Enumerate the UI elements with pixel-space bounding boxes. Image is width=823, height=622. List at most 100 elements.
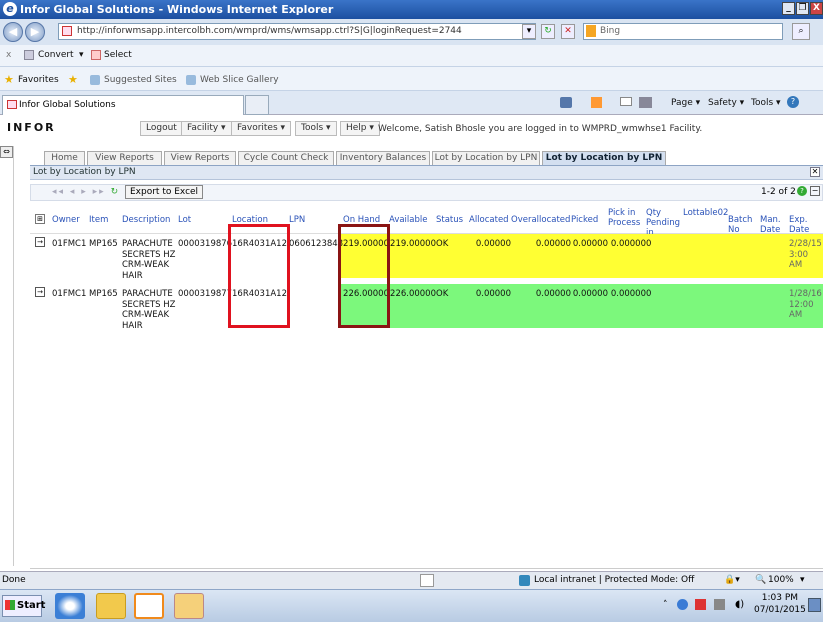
table-row[interactable]: → 01FMC1 MP165 PARACHUTE SECRETS HZ CRM-WEA… [30, 234, 823, 281]
table-row[interactable]: → 01FMC1 MP165 PARACHUTE SECRETS HZ CRM-WEA… [30, 284, 823, 331]
tab-lot-by-location-active[interactable]: Lot by Location by LPN [542, 151, 666, 166]
tab-view-reports-2[interactable]: View Reports [164, 151, 236, 165]
back-button[interactable]: ◀ [3, 22, 23, 42]
column-header-status[interactable]: Status [436, 215, 469, 225]
row-open-icon[interactable]: → [35, 287, 45, 297]
column-header-owner[interactable]: Owner [52, 215, 88, 225]
help-menu[interactable]: Help ▾ [340, 121, 380, 136]
minimize-button[interactable]: _ [782, 2, 795, 15]
select-all-icon[interactable]: ⊞ [35, 214, 45, 224]
cell-lot: 0000319877 [178, 289, 233, 299]
column-header-allocated[interactable]: Allocated [469, 215, 511, 225]
forward-button[interactable]: ▶ [25, 22, 45, 42]
app-taskbar-icon[interactable] [174, 593, 204, 619]
network-icon[interactable] [677, 599, 688, 610]
collapse-icon[interactable]: − [810, 186, 820, 196]
explorer-taskbar-icon[interactable] [96, 593, 126, 619]
dropdown-arrow-icon: ▾ [277, 123, 286, 133]
home-icon[interactable] [560, 97, 572, 108]
browser-tab[interactable]: Infor Global Solutions [2, 95, 244, 115]
suggested-sites-link[interactable]: Suggested Sites [104, 75, 177, 85]
taskbar-clock[interactable]: 1:03 PM 07/01/2015 [754, 592, 806, 616]
search-input[interactable]: Bing [583, 23, 783, 40]
column-header-pick-in-process[interactable]: Pick in Process [608, 208, 646, 228]
mail-icon[interactable] [620, 97, 632, 106]
browser-tab-bar: Infor Global Solutions Page ▾ Safety ▾ T… [0, 91, 823, 115]
dropdown-arrow-icon: ▾ [692, 98, 701, 108]
tools-app-menu[interactable]: Tools ▾ [295, 121, 337, 136]
ie-taskbar-icon[interactable] [55, 593, 85, 619]
refresh-icon[interactable]: ↻ [541, 24, 555, 39]
logout-button[interactable]: Logout [140, 121, 183, 136]
zoom-dropdown-icon[interactable]: ▾ [800, 575, 805, 585]
stop-icon[interactable]: ✕ [561, 24, 575, 39]
web-slice-gallery-link[interactable]: Web Slice Gallery [200, 75, 279, 85]
security-icon[interactable]: 🔒▾ [724, 575, 740, 585]
status-text: Done [2, 575, 26, 585]
tab-home[interactable]: Home [44, 151, 85, 165]
show-desktop-icon[interactable] [808, 598, 821, 612]
feeds-icon[interactable] [591, 97, 602, 108]
column-header-item[interactable]: Item [89, 215, 122, 225]
favorites-button[interactable]: Favorites [18, 75, 59, 85]
dropdown-arrow-icon: ▾ [366, 123, 374, 133]
favorites-star-icon: ★ [4, 73, 14, 86]
column-header-lpn[interactable]: LPN [289, 215, 343, 225]
print-icon[interactable] [639, 97, 652, 108]
grid-bottom-border [30, 568, 823, 569]
facility-menu[interactable]: Facility ▾ [181, 121, 232, 136]
onhand-highlight-box [338, 224, 390, 328]
expand-panel-icon[interactable]: ⇔ [0, 146, 13, 158]
zoom-level[interactable]: 100% [768, 575, 794, 585]
select-button[interactable]: Select [104, 50, 132, 60]
page-icon [62, 26, 72, 36]
address-bar[interactable]: http://inforwmsapp.intercolbh.com/wmprd/… [58, 23, 536, 40]
row-open-icon[interactable]: → [35, 237, 45, 247]
restore-button[interactable]: ❐ [796, 2, 809, 15]
search-button[interactable]: ⌕ [792, 23, 810, 40]
tray-icon-2[interactable] [695, 599, 706, 610]
zoom-icon[interactable]: 🔍 [755, 575, 766, 585]
add-favorite-icon[interactable]: ★ [68, 73, 78, 86]
column-header-man-date[interactable]: Man. Date [760, 215, 789, 235]
cell-allocated: 0.00000 [475, 289, 511, 299]
tab-lot-by-location-1[interactable]: Lot by Location by LPN [432, 151, 540, 165]
address-dropdown-icon[interactable]: ▾ [522, 24, 536, 39]
column-header-overallocated[interactable]: Overallocated [511, 215, 571, 225]
tools-menu[interactable]: Tools ▾ [751, 98, 781, 108]
tab-cycle-count-check[interactable]: Cycle Count Check [238, 151, 334, 165]
column-header-picked[interactable]: Picked [571, 215, 608, 225]
volume-icon[interactable]: ◖) [735, 599, 744, 610]
windows-logo-icon [5, 600, 15, 610]
panel-close-icon[interactable]: ✕ [810, 167, 820, 177]
tray-icon-3[interactable] [714, 599, 725, 610]
media-player-taskbar-icon[interactable] [134, 593, 164, 619]
address-toolbar: ◀ ▶ http://inforwmsapp.intercolbh.com/wm… [0, 19, 823, 45]
column-header-available[interactable]: Available [389, 215, 436, 225]
convert-button[interactable]: Convert [38, 50, 74, 60]
toolbar-close-icon[interactable]: x [6, 50, 11, 60]
tray-expand-icon[interactable]: ˄ [663, 600, 668, 610]
window-title: Infor Global Solutions - Windows Interne… [20, 3, 334, 16]
column-header-lottable02[interactable]: Lottable02 [683, 208, 728, 218]
safety-menu[interactable]: Safety ▾ [708, 98, 744, 108]
favorites-menu[interactable]: Favorites ▾ [231, 121, 292, 136]
grid-help-icon[interactable]: ? [797, 186, 807, 196]
tab-inventory-balances[interactable]: Inventory Balances [336, 151, 430, 165]
location-highlight-box [228, 224, 290, 328]
convert-dropdown-icon[interactable]: ▾ [79, 50, 84, 60]
panel-title: Lot by Location by LPN [30, 166, 823, 180]
tab-page-icon [7, 100, 17, 109]
export-to-excel-button[interactable]: Export to Excel [125, 185, 204, 199]
tab-view-reports-1[interactable]: View Reports [87, 151, 162, 165]
column-header-description[interactable]: Description [122, 215, 178, 225]
column-header-exp-date[interactable]: Exp. Date [789, 215, 821, 235]
column-header-lot[interactable]: Lot [178, 215, 232, 225]
help-icon[interactable]: ? [787, 96, 799, 108]
column-header-batch-no[interactable]: Batch No [728, 215, 760, 235]
page-menu[interactable]: Page ▾ [671, 98, 700, 108]
new-tab-button[interactable] [245, 95, 269, 115]
clock-date: 07/01/2015 [754, 605, 806, 615]
close-window-button[interactable]: X [810, 2, 823, 15]
pager-nav-icons[interactable]: ◂◂ ◂ ▸ ▸▸ ↻ [52, 187, 120, 197]
